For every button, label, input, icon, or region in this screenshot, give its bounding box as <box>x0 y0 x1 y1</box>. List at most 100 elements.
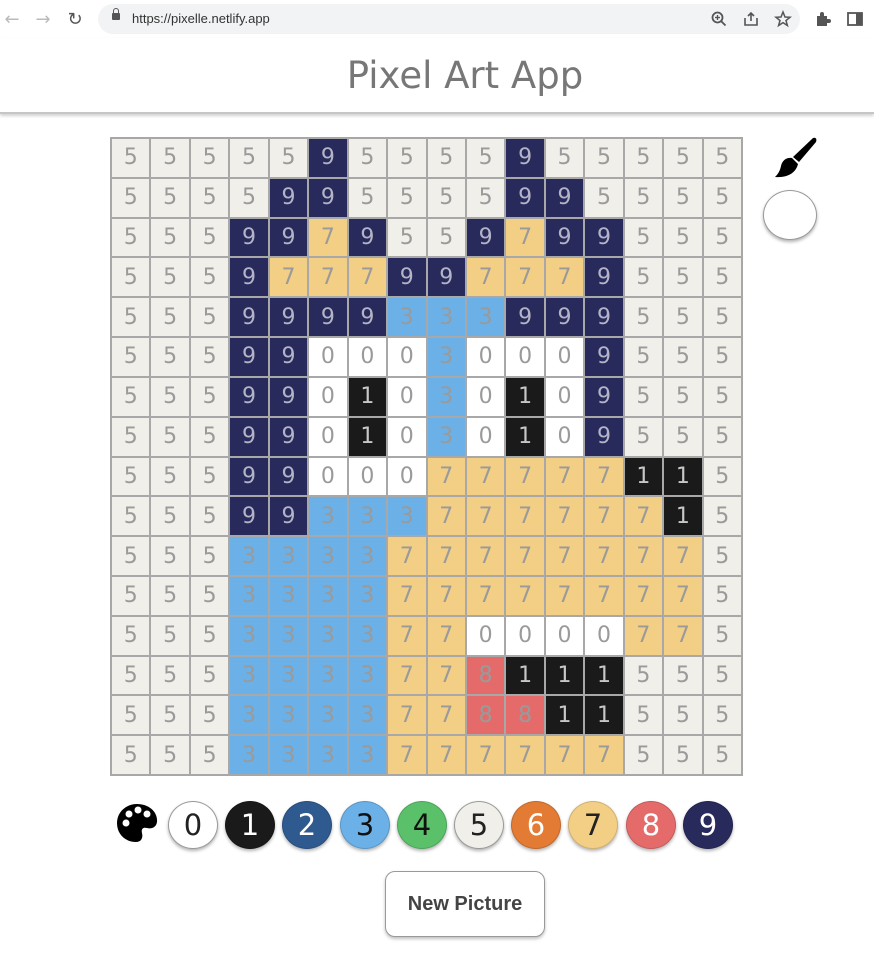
pixel-cell[interactable]: 7 <box>426 536 466 576</box>
pixel-cell[interactable]: 7 <box>544 735 585 775</box>
pixel-cell[interactable]: 7 <box>426 575 466 616</box>
pixel-cell[interactable]: 9 <box>268 177 309 218</box>
color-swatch-5[interactable]: 5 <box>454 801 504 849</box>
pixel-cell[interactable]: 9 <box>229 257 269 298</box>
pixel-cell[interactable]: 3 <box>426 416 466 457</box>
pixel-cell[interactable]: 5 <box>111 376 151 417</box>
pixel-cell[interactable]: 5 <box>189 337 230 377</box>
pixel-cell[interactable]: 5 <box>189 735 230 775</box>
color-swatch-1[interactable]: 1 <box>225 801 275 849</box>
pixel-cell[interactable]: 3 <box>387 297 427 338</box>
pixel-cell[interactable]: 7 <box>505 496 545 537</box>
pixel-cell[interactable]: 5 <box>150 177 190 218</box>
pixel-cell[interactable]: 9 <box>308 177 348 218</box>
pixel-cell[interactable]: 5 <box>189 177 230 218</box>
side-panel-icon[interactable] <box>846 10 864 28</box>
color-swatch-4[interactable]: 4 <box>397 801 447 849</box>
pixel-cell[interactable]: 8 <box>465 655 506 696</box>
pixel-cell[interactable]: 5 <box>584 138 624 178</box>
pixel-cell[interactable]: 3 <box>308 695 348 736</box>
pixel-cell[interactable]: 1 <box>347 376 388 417</box>
pixel-cell[interactable]: 7 <box>544 257 585 298</box>
pixel-cell[interactable]: 0 <box>308 456 348 497</box>
pixel-cell[interactable]: 5 <box>111 615 151 656</box>
pixel-cell[interactable]: 5 <box>702 416 742 457</box>
pixel-cell[interactable]: 5 <box>663 177 703 218</box>
pixel-cell[interactable]: 3 <box>426 376 466 417</box>
pixel-cell[interactable]: 3 <box>308 615 348 656</box>
pixel-cell[interactable]: 9 <box>347 217 388 258</box>
pixel-cell[interactable]: 0 <box>308 337 348 377</box>
pixel-cell[interactable]: 7 <box>505 217 545 258</box>
address-bar[interactable]: https://pixelle.netlify.app <box>98 4 800 34</box>
pixel-cell[interactable]: 0 <box>505 337 545 377</box>
pixel-cell[interactable]: 5 <box>189 257 230 298</box>
pixel-cell[interactable]: 3 <box>347 496 388 537</box>
pixel-cell[interactable]: 5 <box>623 257 664 298</box>
pixel-cell[interactable]: 5 <box>150 138 190 178</box>
pixel-cell[interactable]: 7 <box>426 456 466 497</box>
pixel-cell[interactable]: 1 <box>663 496 703 537</box>
pixel-cell[interactable]: 7 <box>584 735 624 775</box>
pixel-cell[interactable]: 5 <box>623 177 664 218</box>
pixel-cell[interactable]: 5 <box>584 177 624 218</box>
pixel-cell[interactable]: 0 <box>308 416 348 457</box>
color-swatch-3[interactable]: 3 <box>340 801 390 849</box>
pixel-cell[interactable]: 1 <box>347 416 388 457</box>
pixel-cell[interactable]: 8 <box>465 695 506 736</box>
pixel-cell[interactable]: 5 <box>150 456 190 497</box>
pixel-cell[interactable]: 7 <box>544 496 585 537</box>
pixel-cell[interactable]: 9 <box>426 257 466 298</box>
pixel-cell[interactable]: 5 <box>387 138 427 178</box>
pixel-cell[interactable]: 7 <box>308 217 348 258</box>
pixel-cell[interactable]: 7 <box>387 536 427 576</box>
pixel-cell[interactable]: 3 <box>347 575 388 616</box>
pixel-cell[interactable]: 5 <box>702 297 742 338</box>
pixel-cell[interactable]: 5 <box>544 138 585 178</box>
color-swatch-8[interactable]: 8 <box>626 801 676 849</box>
pixel-cell[interactable]: 7 <box>544 456 585 497</box>
pixel-cell[interactable]: 7 <box>426 496 466 537</box>
pixel-cell[interactable]: 5 <box>111 177 151 218</box>
pixel-cell[interactable]: 7 <box>505 257 545 298</box>
pixel-cell[interactable]: 5 <box>111 456 151 497</box>
pixel-cell[interactable]: 9 <box>505 138 545 178</box>
pixel-cell[interactable]: 5 <box>465 177 506 218</box>
pixel-cell[interactable]: 7 <box>505 575 545 616</box>
pixel-cell[interactable]: 5 <box>268 138 309 178</box>
pixel-cell[interactable]: 3 <box>308 496 348 537</box>
pixel-cell[interactable]: 5 <box>111 416 151 457</box>
pixel-cell[interactable]: 7 <box>387 655 427 696</box>
pixel-cell[interactable]: 3 <box>268 615 309 656</box>
zoom-icon[interactable] <box>710 10 728 28</box>
pixel-cell[interactable]: 5 <box>150 615 190 656</box>
pixel-cell[interactable]: 7 <box>584 496 624 537</box>
pixel-cell[interactable]: 7 <box>426 615 466 656</box>
pixel-cell[interactable]: 9 <box>268 416 309 457</box>
pixel-cell[interactable]: 5 <box>702 376 742 417</box>
pixel-cell[interactable]: 3 <box>347 615 388 656</box>
pixel-cell[interactable]: 7 <box>426 735 466 775</box>
pixel-cell[interactable]: 5 <box>623 138 664 178</box>
pixel-cell[interactable]: 5 <box>663 138 703 178</box>
pixel-cell[interactable]: 9 <box>229 217 269 258</box>
pixel-cell[interactable]: 5 <box>702 536 742 576</box>
pixel-cell[interactable]: 0 <box>308 376 348 417</box>
pixel-cell[interactable]: 5 <box>663 655 703 696</box>
color-swatch-0[interactable]: 0 <box>168 801 218 849</box>
pixel-cell[interactable]: 5 <box>623 297 664 338</box>
pixel-cell[interactable]: 9 <box>229 376 269 417</box>
pixel-cell[interactable]: 7 <box>387 735 427 775</box>
pixel-cell[interactable]: 5 <box>189 138 230 178</box>
pixel-cell[interactable]: 8 <box>505 695 545 736</box>
pixel-cell[interactable]: 5 <box>111 655 151 696</box>
pixel-cell[interactable]: 5 <box>150 496 190 537</box>
pixel-cell[interactable]: 5 <box>702 695 742 736</box>
pixel-cell[interactable]: 9 <box>387 257 427 298</box>
pixel-cell[interactable]: 5 <box>111 575 151 616</box>
pixel-cell[interactable]: 5 <box>623 695 664 736</box>
pixel-cell[interactable]: 1 <box>505 655 545 696</box>
pixel-cell[interactable]: 5 <box>702 257 742 298</box>
pixel-cell[interactable]: 9 <box>229 416 269 457</box>
pixel-cell[interactable]: 9 <box>584 257 624 298</box>
